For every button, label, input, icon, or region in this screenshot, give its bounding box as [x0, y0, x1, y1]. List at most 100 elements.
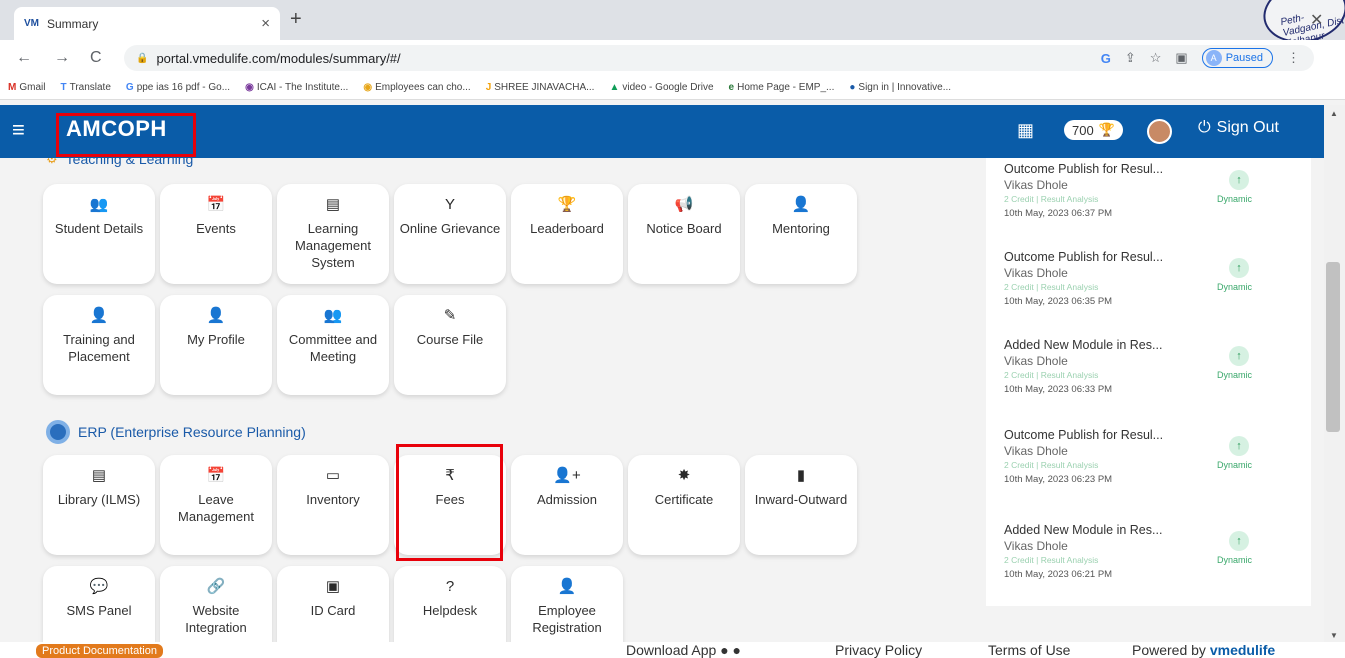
tile-admission[interactable]: 👤+ Admission: [511, 455, 623, 555]
tile-label: Inward-Outward: [754, 492, 848, 507]
product-documentation-button[interactable]: Product Documentation: [36, 644, 163, 658]
tile-label: Events: [196, 221, 236, 236]
edit-file-icon: ✎: [443, 307, 457, 324]
hamburger-menu-icon[interactable]: ≡: [12, 117, 25, 143]
profile-status: Paused: [1225, 52, 1263, 64]
activity-item[interactable]: Added New Module in Res... Vikas Dhole 2…: [1004, 338, 1294, 428]
activity-item[interactable]: Outcome Publish for Resul... Vikas Dhole…: [1004, 250, 1294, 340]
tile-student-details[interactable]: 👥 Student Details: [43, 184, 155, 284]
bookmark-jinavacha[interactable]: J SHREE JINAVACHA...: [486, 82, 595, 93]
tile-website-integration[interactable]: 🔗 Website Integration: [160, 566, 272, 642]
browser-menu-icon[interactable]: ⋮: [1287, 50, 1300, 66]
activity-user: Vikas Dhole: [1004, 354, 1068, 368]
up-arrow-icon: ↑: [1229, 170, 1249, 190]
back-arrow-icon[interactable]: ←: [16, 49, 32, 67]
bookmark-google[interactable]: Gppe ias 16 pdf - Go...: [126, 82, 230, 93]
archive-icon: ▭: [325, 467, 341, 484]
tile-library[interactable]: ▤ Library (ILMS): [43, 455, 155, 555]
section-title: ERP (Enterprise Resource Planning): [78, 424, 306, 440]
tile-employee-registration[interactable]: 👤 Employee Registration: [511, 566, 623, 642]
tile-inventory[interactable]: ▭ Inventory: [277, 455, 389, 555]
vmedulife-brand: vmedulife: [1209, 642, 1276, 658]
activity-item[interactable]: Outcome Publish for Resul... Vikas Dhole…: [1004, 428, 1294, 518]
new-tab-icon[interactable]: +: [290, 8, 302, 31]
drive-icon: ▲: [609, 82, 620, 93]
tile-notice-board[interactable]: 📢 Notice Board: [628, 184, 740, 284]
activity-date: 10th May, 2023 06:35 PM: [1004, 296, 1113, 307]
google-icon[interactable]: G: [1101, 51, 1111, 66]
tile-label: SMS Panel: [66, 603, 132, 618]
share-icon[interactable]: ⇪: [1125, 50, 1136, 66]
tile-leaderboard[interactable]: 🏆 Leaderboard: [511, 184, 623, 284]
bookmark-star-icon[interactable]: ☆: [1150, 50, 1162, 66]
tile-sms-panel[interactable]: 💬 SMS Panel: [43, 566, 155, 642]
fees-highlight-box: [396, 444, 503, 561]
bookmark-employees[interactable]: ◉ Employees can cho...: [363, 82, 470, 93]
privacy-policy-link[interactable]: Privacy Policy: [835, 642, 922, 658]
trophy-icon: 🏆: [1098, 122, 1115, 137]
tile-label: Admission: [537, 492, 597, 507]
scrollbar-thumb[interactable]: [1326, 262, 1340, 432]
android-icon: ●: [720, 642, 729, 658]
help-icon: ?: [445, 578, 455, 595]
window-close-icon[interactable]: ✕: [1310, 10, 1323, 30]
users-icon: 👥: [323, 307, 343, 324]
tile-lms[interactable]: ▤ Learning Management System: [277, 184, 389, 284]
apps-grid-icon[interactable]: ▦: [1017, 120, 1034, 141]
reload-icon[interactable]: C: [90, 49, 102, 67]
bookmark-icai[interactable]: ◉ ICAI - The Institute...: [245, 82, 348, 93]
tile-label: Website Integration: [185, 603, 247, 635]
tile-course-file[interactable]: ✎ Course File: [394, 295, 506, 395]
calendar-icon: 📅: [206, 467, 226, 484]
tile-certificate[interactable]: ✸ Certificate: [628, 455, 740, 555]
profile-button[interactable]: A Paused: [1201, 48, 1273, 68]
user-avatar[interactable]: [1147, 119, 1172, 144]
calendar-icon: 📅: [206, 196, 226, 213]
tile-mentoring[interactable]: 👤 Mentoring: [745, 184, 857, 284]
up-arrow-icon: ↑: [1229, 531, 1249, 551]
tile-leave-management[interactable]: 📅 Leave Management: [160, 455, 272, 555]
bookmark-translate[interactable]: T Translate: [60, 82, 110, 93]
activity-item[interactable]: Outcome Publish for Resul... Vikas Dhole…: [1004, 162, 1294, 252]
bookmark-drive[interactable]: ▲ video - Google Drive: [609, 82, 713, 93]
close-tab-icon[interactable]: ×: [261, 15, 270, 32]
url-field[interactable]: 🔒 portal.vmedulife.com/modules/summary/#…: [124, 45, 1314, 71]
points-badge[interactable]: 700 🏆: [1064, 120, 1123, 140]
activity-tag: Dynamic: [1217, 460, 1253, 470]
powered-by[interactable]: Powered by vmedulife: [1132, 642, 1275, 658]
power-icon: ⏻: [1198, 119, 1211, 136]
forward-arrow-icon[interactable]: →: [54, 49, 70, 67]
sign-out-button[interactable]: ⏻ Sign Out: [1198, 119, 1279, 137]
tile-training-placement[interactable]: 👤 Training and Placement: [43, 295, 155, 395]
sidepanel-icon[interactable]: ▣: [1175, 50, 1187, 66]
page-footer: Product Documentation Download App ● ● P…: [0, 642, 1345, 658]
scroll-down-icon[interactable]: ▼: [1330, 631, 1338, 640]
download-app-link[interactable]: Download App ● ●: [626, 642, 741, 658]
activity-feed: Outcome Publish for Resul... Vikas Dhole…: [986, 158, 1311, 606]
omnibox-actions: G ⇪ ☆ ▣ A Paused ⋮: [1101, 48, 1300, 68]
id-card-icon: ▣: [325, 578, 341, 595]
tile-label: My Profile: [187, 332, 245, 347]
bookmark-gmail[interactable]: M Gmail: [8, 82, 45, 93]
bookmark-emp[interactable]: e Home Page - EMP_...: [729, 82, 835, 93]
activity-item[interactable]: Added New Module in Res... Vikas Dhole 2…: [1004, 523, 1294, 613]
url-text: portal.vmedulife.com/modules/summary/#/: [156, 50, 401, 66]
tile-id-card[interactable]: ▣ ID Card: [277, 566, 389, 642]
terms-of-use-link[interactable]: Terms of Use: [988, 642, 1070, 658]
teaching-icon: ⚙: [46, 158, 58, 166]
tile-helpdesk[interactable]: ? Helpdesk: [394, 566, 506, 642]
tile-inward-outward[interactable]: ▮ Inward-Outward: [745, 455, 857, 555]
scroll-up-icon[interactable]: ▲: [1330, 109, 1338, 118]
tile-events[interactable]: 📅 Events: [160, 184, 272, 284]
tile-online-grievance[interactable]: Y Online Grievance: [394, 184, 506, 284]
browser-tab[interactable]: VM Summary ×: [14, 7, 280, 40]
bookmark-innovative[interactable]: ● Sign in | Innovative...: [849, 82, 951, 93]
site-icon: e: [728, 82, 735, 93]
tile-my-profile[interactable]: 👤 My Profile: [160, 295, 272, 395]
bookmark-label: video - Google Drive: [622, 82, 714, 93]
tile-label: Leave Management: [178, 492, 254, 524]
tile-label: Inventory: [306, 492, 360, 507]
tile-committee-meeting[interactable]: 👥 Committee and Meeting: [277, 295, 389, 395]
tile-label: ID Card: [310, 603, 356, 618]
tile-label: Course File: [416, 332, 484, 347]
